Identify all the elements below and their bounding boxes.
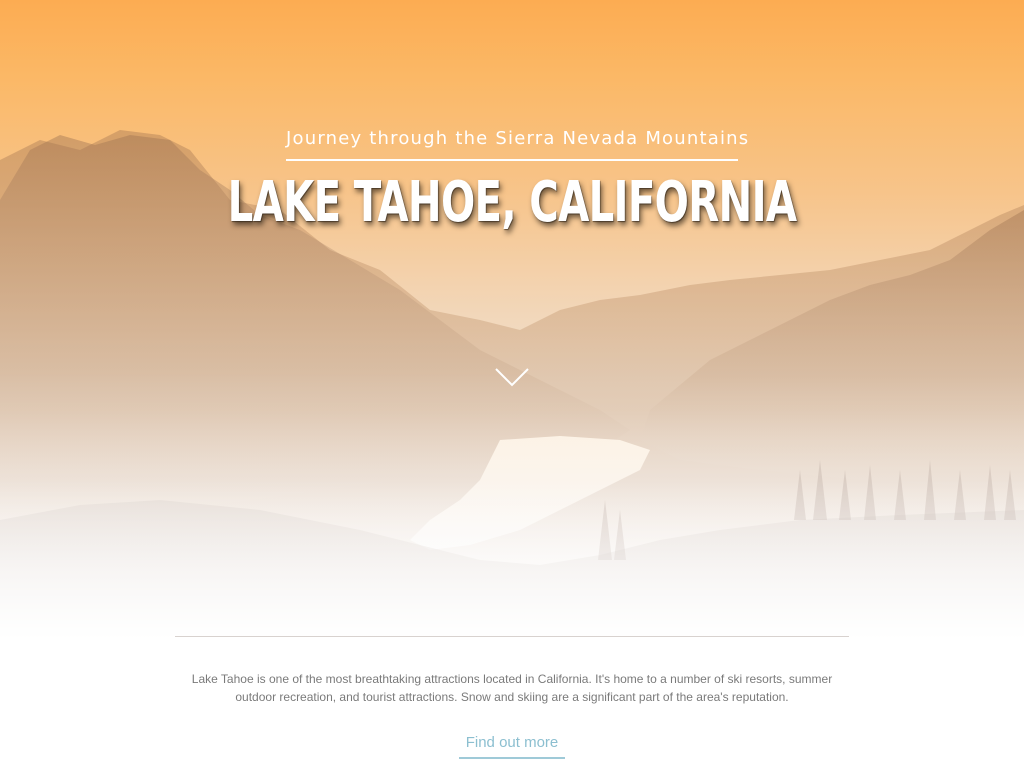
find-out-more-link[interactable]: Find out more (459, 733, 565, 759)
section-divider (175, 636, 849, 637)
hero-title: LAKE TAHOE, CALIFORNIA (227, 170, 797, 235)
subtitle-underline (286, 159, 738, 161)
hero-subtitle: Journey through the Sierra Nevada Mounta… (286, 128, 750, 149)
intro-paragraph: Lake Tahoe is one of the most breathtaki… (191, 672, 833, 704)
hero-section: Journey through the Sierra Nevada Mounta… (0, 0, 1024, 640)
chevron-down-icon[interactable] (494, 366, 530, 388)
mountain-lake-background (0, 130, 1024, 640)
